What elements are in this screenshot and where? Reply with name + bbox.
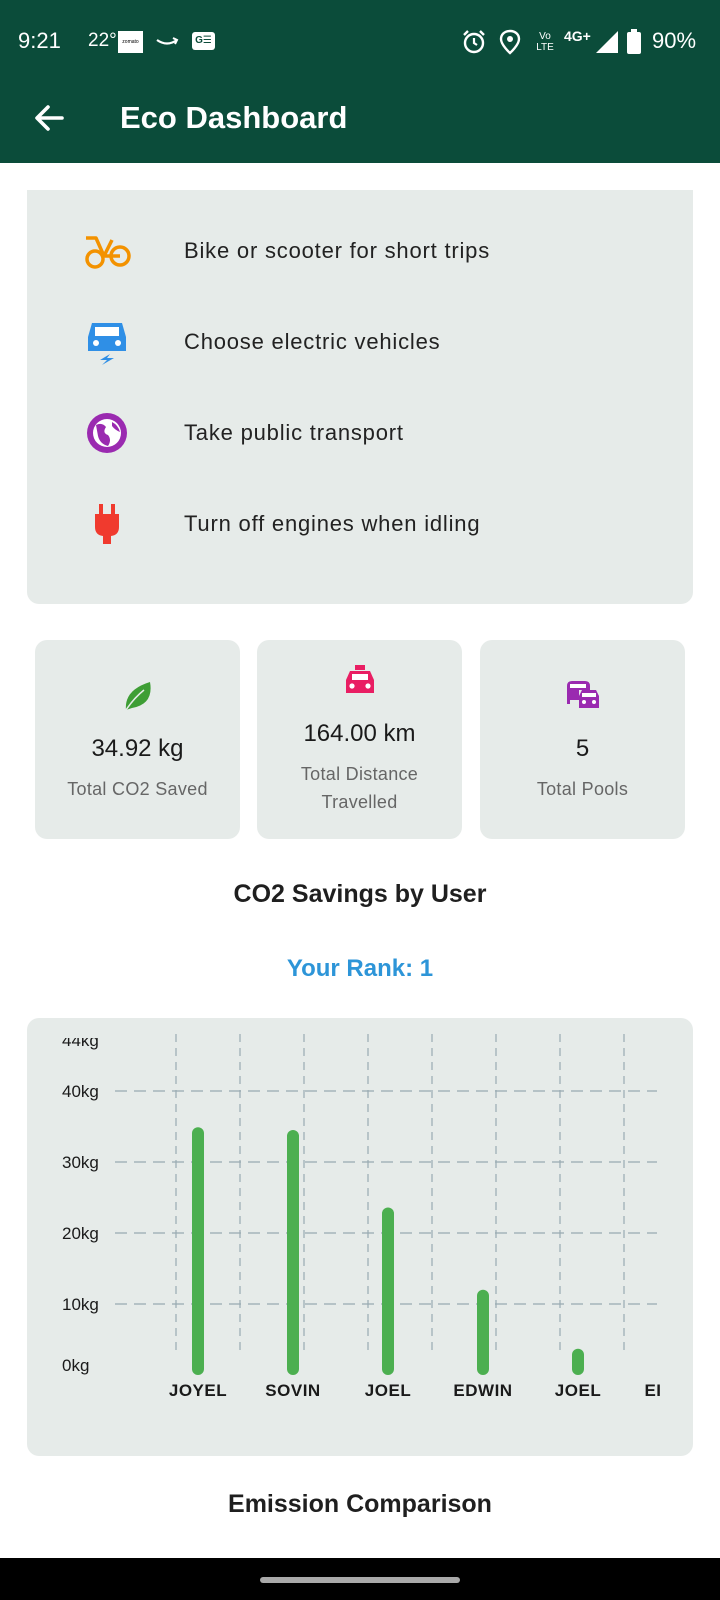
co2-savings-chart: 0kg 10kg 20kg 30kg 40kg 44kg JOYEL SOVIN JOEL EDW… — [27, 1018, 693, 1456]
x-tick-label: SOVIN — [265, 1381, 320, 1400]
y-tick-label: 44kg — [62, 1031, 99, 1050]
stat-label: Total Distance Travelled — [300, 764, 419, 812]
location-icon — [499, 29, 521, 55]
x-tick-label: JOYEL — [169, 1381, 227, 1400]
taxi-icon — [346, 665, 374, 693]
zomato-notification-icon: zomato — [118, 31, 143, 53]
stat-label: Total CO2 Saved — [67, 779, 208, 799]
tip-label: Take public transport — [184, 420, 404, 445]
status-bar: 9:21 22° zomato G☰ Vo LTE 4G+ 90% — [0, 0, 720, 80]
stat-label: Total Pools — [536, 779, 629, 799]
y-tick-label: 30kg — [62, 1153, 99, 1172]
page-title: Eco Dashboard — [120, 100, 348, 135]
home-gesture-handle[interactable] — [260, 1577, 460, 1583]
gpay-notification-icon: G☰ — [192, 32, 215, 50]
leaf-icon — [125, 682, 151, 711]
stat-value: 5 — [575, 735, 590, 762]
tip-electric: Choose electric vehicles — [82, 317, 642, 367]
stat-card-co2: 34.92 kg Total CO2 Saved — [35, 640, 240, 839]
y-tick-label: 20kg — [62, 1224, 99, 1243]
alarm-icon — [463, 30, 485, 54]
stat-card-distance: 164.00 km Total Distance Travelled — [257, 640, 462, 839]
back-arrow-icon[interactable] — [30, 98, 70, 138]
plug-icon — [95, 504, 119, 544]
status-time: 9:21 — [18, 28, 61, 53]
bar-joel[interactable] — [572, 1348, 584, 1375]
electric-car-icon — [88, 323, 126, 365]
y-tick-label: 40kg — [62, 1082, 99, 1101]
bar-joel[interactable] — [382, 1207, 394, 1375]
x-tick-label: EI — [644, 1381, 661, 1400]
battery-percent: 90% — [652, 28, 697, 53]
x-tick-label: JOEL — [555, 1381, 601, 1400]
co2-savings-title: CO2 Savings by User — [233, 880, 487, 908]
battery-icon — [627, 29, 641, 54]
carpool-icon — [567, 681, 599, 708]
bar-sovin[interactable] — [287, 1130, 299, 1375]
tip-label: Choose electric vehicles — [184, 329, 441, 354]
bicycle-icon — [85, 236, 131, 269]
tip-bike: Bike or scooter for short trips — [82, 226, 642, 276]
x-tick-label: JOEL — [365, 1381, 411, 1400]
tip-label: Turn off engines when idling — [184, 511, 481, 536]
amazon-notification-icon — [156, 37, 179, 45]
bar-joyel[interactable] — [192, 1127, 204, 1375]
user-rank: Your Rank: 1 — [286, 955, 434, 982]
status-temperature: 22° — [88, 30, 117, 51]
bar-chart: 0kg 10kg 20kg 30kg 40kg 44kg JOYEL SOVIN JOEL EDW… — [62, 1031, 661, 1400]
globe-icon — [87, 413, 127, 453]
stat-value: 164.00 km — [303, 720, 416, 747]
stat-value: 34.92 kg — [91, 735, 184, 762]
tip-label: Bike or scooter for short trips — [184, 238, 491, 263]
tip-idling: Turn off engines when idling — [82, 499, 642, 549]
emission-comparison-title: Emission Comparison — [228, 1490, 492, 1518]
bar-edwin[interactable] — [477, 1289, 489, 1375]
y-tick-label: 10kg — [62, 1295, 99, 1314]
y-tick-label: 0kg — [62, 1356, 89, 1375]
stat-card-pools: 5 Total Pools — [480, 640, 685, 839]
signal-icon — [596, 31, 618, 53]
network-type: 4G+ — [564, 28, 591, 44]
system-nav-bar — [0, 1558, 720, 1600]
app-bar: Eco Dashboard — [0, 80, 720, 163]
tip-transport: Take public transport — [82, 408, 642, 458]
volte-indicator: Vo LTE — [536, 31, 554, 53]
eco-tips-card: Bike or scooter for short trips Choose e… — [27, 190, 693, 604]
x-tick-label: EDWIN — [453, 1381, 512, 1400]
